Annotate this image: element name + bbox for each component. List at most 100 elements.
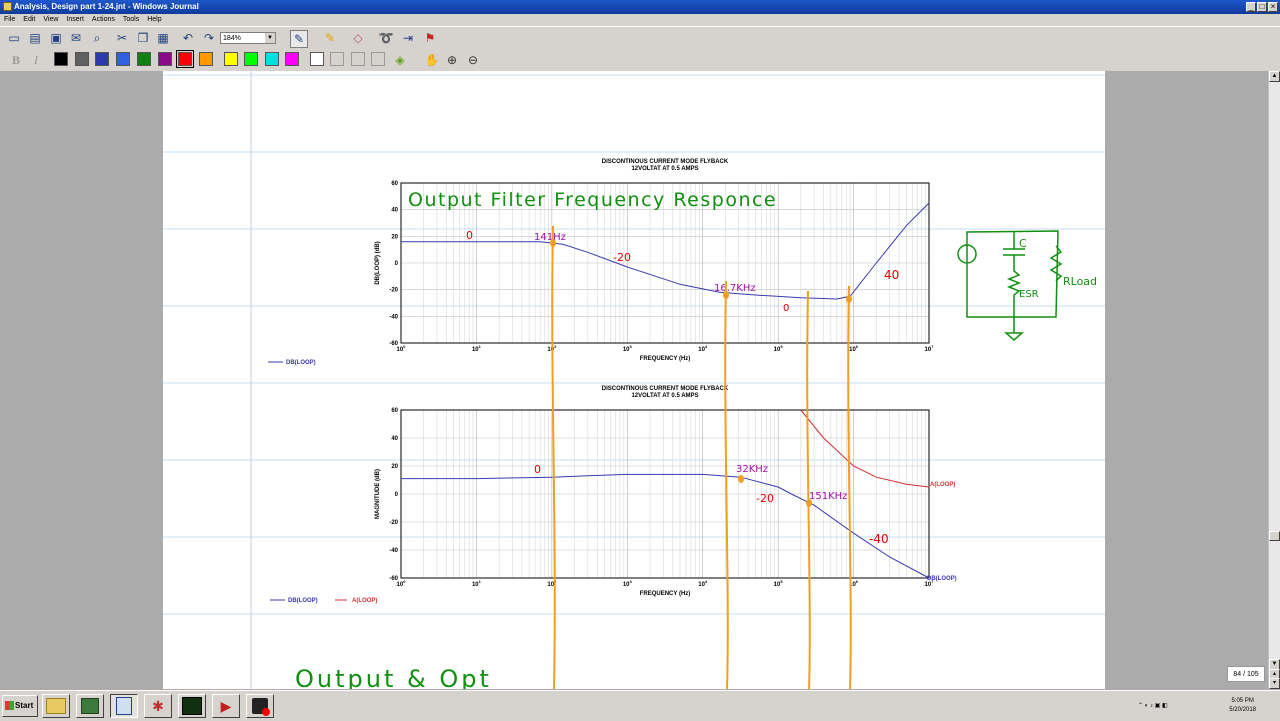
paste-icon[interactable]: ▦ [155, 30, 171, 46]
system-tray: ⌃ ◐ ♪ ▣ ◧ 5:05 PM5/20/2018 [1138, 695, 1256, 717]
color-black-swatch[interactable] [54, 52, 68, 66]
taskbar: Start ✱ ▶ ⌃ ◐ ♪ ▣ ◧ 5:05 PM5/20/2018 [0, 690, 1280, 721]
zoom-out-icon[interactable]: ⊖ [465, 52, 481, 68]
menu-actions[interactable]: Actions [88, 14, 119, 26]
palette-icon[interactable]: ◈ [392, 52, 408, 68]
y-tick-label: -20 [389, 288, 398, 294]
taskbar-explorer[interactable] [42, 694, 70, 718]
series-line-dbloop [401, 203, 929, 299]
copy-icon[interactable]: ❐ [135, 30, 151, 46]
insert-space-icon[interactable]: ⇥ [400, 30, 416, 46]
zoom-in-icon[interactable]: ⊕ [444, 52, 460, 68]
pen-tool-icon[interactable]: ✎ [290, 30, 308, 48]
page-indicator: 84 / 105 [1227, 666, 1265, 682]
color-cyan-swatch[interactable] [265, 52, 279, 66]
color-green-swatch[interactable] [137, 52, 151, 66]
menu-insert[interactable]: Insert [62, 14, 88, 26]
y-axis-label: DB(LOOP) (dB) [375, 241, 381, 284]
taskbar-journal[interactable] [110, 694, 138, 718]
next-page-icon[interactable]: ▾ [1269, 678, 1280, 689]
flag-icon[interactable]: ⚑ [422, 30, 438, 46]
scope-icon [182, 697, 202, 715]
tray-icons[interactable]: ⌃ ◐ ♪ ▣ ◧ [1138, 702, 1168, 709]
x-tick-exponent: 2 [554, 344, 557, 349]
chevron-down-icon[interactable]: ▼ [265, 33, 275, 43]
zoom-value: 184% [223, 35, 241, 42]
close-button[interactable]: × [1268, 2, 1278, 12]
color-purple-swatch[interactable] [158, 52, 172, 66]
save-icon[interactable]: ▣ [48, 30, 64, 46]
start-button[interactable]: Start [2, 695, 38, 717]
document-area[interactable]: 6040200-20-40-60100101102103104105106107… [0, 71, 1268, 689]
color-gray-swatch[interactable] [75, 52, 89, 66]
taskbar-app-7[interactable] [246, 694, 274, 718]
color-lime-swatch[interactable] [244, 52, 258, 66]
eraser-icon[interactable]: ◇ [350, 30, 366, 46]
menu-bar: FileEditViewInsertActionsToolsHelp [0, 14, 1280, 26]
color-white-swatch[interactable] [310, 52, 324, 66]
bold-icon[interactable]: B [8, 52, 24, 68]
color-yellow-swatch[interactable] [224, 52, 238, 66]
color-orange-swatch[interactable] [199, 52, 213, 66]
minimize-button[interactable]: _ [1246, 2, 1256, 12]
pen-width-fine-icon[interactable] [330, 52, 344, 66]
clock[interactable]: 5:05 PM5/20/2018 [1229, 697, 1256, 715]
ink-151khz: 151KHz [809, 491, 847, 502]
series-end-label-a: A(LOOP) [930, 482, 955, 488]
taskbar-app-5[interactable] [178, 694, 206, 718]
new-note-icon[interactable]: ▭ [6, 30, 22, 46]
menu-file[interactable]: File [0, 14, 19, 26]
italic-icon[interactable]: I [28, 52, 44, 68]
pen-toolbar: B I ◈ ✋ ⊕ ⊖ [0, 49, 1280, 72]
pan-hand-icon[interactable]: ✋ [424, 52, 440, 68]
orange-marker-dot [846, 295, 852, 303]
windows-logo-icon [5, 701, 14, 710]
journal-icon [116, 697, 132, 715]
x-tick-label: 102 [547, 579, 557, 588]
lasso-select-icon[interactable]: ➰ [378, 30, 394, 46]
x-tick-label: 105 [774, 579, 784, 588]
color-navy-swatch[interactable] [95, 52, 109, 66]
chart-title: DISCONTINOUS CURRENT MODE FLYBACK [602, 159, 729, 165]
menu-tools[interactable]: Tools [119, 14, 143, 26]
x-tick-label: 101 [472, 579, 482, 588]
ink-141hz: 141Hz [534, 232, 566, 243]
cut-icon[interactable]: ✂ [114, 30, 130, 46]
window-title: Analysis, Design part 1-24.jnt - Windows… [14, 0, 199, 14]
taskbar-app-6[interactable]: ▶ [212, 694, 240, 718]
orange-marker-line [725, 281, 728, 689]
scroll-up-icon[interactable]: ▲ [1269, 71, 1280, 82]
new-document-icon[interactable]: ▤ [27, 30, 43, 46]
undo-icon[interactable]: ↶ [180, 30, 196, 46]
pen-width-thick-icon[interactable] [371, 52, 385, 66]
pen-width-medium-icon[interactable] [351, 52, 365, 66]
record-icon [252, 698, 268, 714]
chart-subtitle: 12VOLTAT AT 0.5 AMPS [631, 166, 698, 172]
highlighter-icon[interactable]: ✎ [322, 30, 338, 46]
circuit-sketch [958, 231, 1061, 340]
redo-icon[interactable]: ↷ [201, 30, 217, 46]
ink-esr: ESR [1019, 289, 1039, 300]
find-icon[interactable]: ⌕ [89, 30, 105, 46]
ink-rload: RLoad [1063, 275, 1097, 288]
board-icon [81, 698, 99, 714]
taskbar-app-2[interactable] [76, 694, 104, 718]
menu-view[interactable]: View [39, 14, 62, 26]
color-red-swatch[interactable] [178, 52, 192, 66]
menu-help[interactable]: Help [143, 14, 165, 26]
chart-bottom: 6040200-20-40-60100101102103104105106107… [270, 386, 957, 604]
maximize-button[interactable]: □ [1257, 2, 1267, 12]
email-icon[interactable]: ✉ [68, 30, 84, 46]
color-magenta-swatch[interactable] [285, 52, 299, 66]
taskbar-app-4[interactable]: ✱ [144, 694, 172, 718]
x-tick-exponent: 0 [403, 344, 406, 349]
journal-page[interactable]: 6040200-20-40-60100101102103104105106107… [163, 71, 1105, 689]
x-tick-exponent: 5 [780, 344, 783, 349]
clock-date: 5/20/2018 [1229, 706, 1256, 715]
menu-edit[interactable]: Edit [19, 14, 39, 26]
vertical-scrollbar[interactable]: ▲ ▼ ▴ ▾ [1268, 71, 1280, 689]
series-line-aloop [801, 410, 929, 487]
scroll-thumb[interactable] [1269, 531, 1280, 541]
color-blue-swatch[interactable] [116, 52, 130, 66]
zoom-select[interactable]: 184% ▼ [220, 32, 276, 44]
